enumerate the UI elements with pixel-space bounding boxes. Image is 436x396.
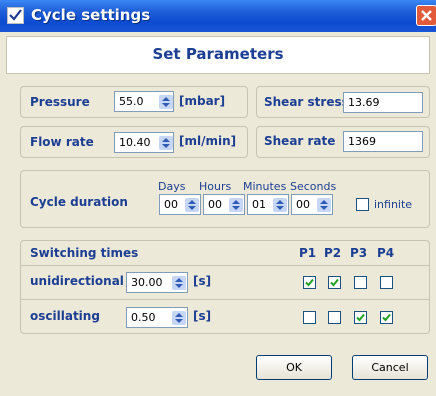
minutes-input[interactable]: 01 bbox=[247, 194, 289, 215]
pressure-input[interactable]: 55.0 bbox=[114, 91, 174, 112]
switching-times-title: Switching times bbox=[30, 246, 139, 260]
shear-rate-value: 1369 bbox=[348, 135, 376, 148]
shear-stress-label: Shear stress bbox=[264, 95, 349, 109]
flow-rate-input[interactable]: 10.40 bbox=[114, 132, 174, 153]
cycle-duration-panel: Cycle duration Days Hours Minutes Second… bbox=[20, 170, 430, 228]
shear-stress-field[interactable]: 13.69 bbox=[343, 92, 423, 113]
shear-stress-value: 13.69 bbox=[348, 96, 380, 109]
pressure-unit: [mbar] bbox=[179, 94, 226, 108]
page-title: Set Parameters bbox=[152, 45, 284, 63]
spinner-icon[interactable] bbox=[172, 276, 186, 290]
hours-input[interactable]: 00 bbox=[203, 194, 245, 215]
column-header-p1: P1 bbox=[299, 246, 317, 260]
spinner-icon[interactable] bbox=[317, 198, 331, 212]
window-title: Cycle settings bbox=[31, 6, 151, 24]
spinner-icon[interactable] bbox=[159, 136, 173, 150]
unidirectional-p2-checkbox[interactable] bbox=[328, 276, 341, 289]
shear-stress-panel: Shear stress 13.69 bbox=[256, 86, 430, 118]
row-label: unidirectional bbox=[30, 274, 124, 288]
shear-rate-panel: Shear rate 1369 bbox=[256, 126, 430, 158]
column-header-p4: P4 bbox=[377, 246, 395, 260]
days-input[interactable]: 00 bbox=[159, 194, 201, 215]
unidirectional-p1-checkbox[interactable] bbox=[303, 276, 316, 289]
checkmark-icon bbox=[305, 278, 314, 287]
oscillating-value: 0.50 bbox=[131, 311, 156, 324]
unidirectional-value: 30.00 bbox=[131, 276, 163, 289]
unit-label: [s] bbox=[193, 309, 212, 323]
flow-rate-panel: Flow rate 10.40 [ml/min] bbox=[20, 126, 248, 158]
unidirectional-p4-checkbox[interactable] bbox=[380, 276, 393, 289]
oscillating-p4-checkbox[interactable] bbox=[380, 311, 393, 324]
infinite-label: infinite bbox=[374, 198, 413, 211]
flow-rate-unit: [ml/min] bbox=[179, 134, 237, 148]
hours-header: Hours bbox=[199, 180, 232, 193]
pressure-label: Pressure bbox=[30, 95, 90, 109]
spinner-icon[interactable] bbox=[159, 95, 173, 109]
unidirectional-p3-checkbox[interactable] bbox=[354, 276, 367, 289]
oscillating-input[interactable]: 0.50 bbox=[126, 307, 188, 328]
checkmark-icon bbox=[356, 313, 365, 322]
seconds-value: 00 bbox=[296, 198, 310, 211]
cycle-duration-label: Cycle duration bbox=[30, 195, 128, 209]
page-header: Set Parameters bbox=[6, 36, 430, 74]
days-header: Days bbox=[158, 180, 186, 193]
unit-label: [s] bbox=[193, 274, 212, 288]
row-label: oscillating bbox=[30, 309, 100, 323]
hours-value: 00 bbox=[208, 198, 222, 211]
switching-times-panel: Switching times P1 P2 P3 P4 unidirection… bbox=[20, 240, 430, 334]
checkmark-icon bbox=[382, 313, 391, 322]
checkmark-icon bbox=[330, 278, 339, 287]
minutes-header: Minutes bbox=[243, 180, 287, 193]
title-bar[interactable]: Cycle settings bbox=[0, 0, 436, 32]
minutes-value: 01 bbox=[252, 198, 266, 211]
ok-button[interactable]: OK bbox=[256, 355, 332, 380]
days-value: 00 bbox=[164, 198, 178, 211]
shear-rate-label: Shear rate bbox=[264, 134, 336, 148]
oscillating-p2-checkbox[interactable] bbox=[328, 311, 341, 324]
infinite-checkbox[interactable] bbox=[356, 198, 369, 211]
flow-rate-value: 10.40 bbox=[119, 136, 151, 149]
spinner-icon[interactable] bbox=[185, 198, 199, 212]
column-header-p3: P3 bbox=[350, 246, 368, 260]
close-button[interactable] bbox=[416, 5, 436, 26]
column-header-p2: P2 bbox=[324, 246, 342, 260]
seconds-header: Seconds bbox=[290, 180, 337, 193]
row-oscillating: oscillating 0.50 [s] bbox=[21, 299, 429, 334]
cancel-button[interactable]: Cancel bbox=[352, 355, 428, 380]
row-unidirectional: unidirectional 30.00 [s] bbox=[21, 265, 429, 300]
flow-rate-label: Flow rate bbox=[30, 135, 94, 149]
spinner-icon[interactable] bbox=[172, 311, 186, 325]
window-app-icon bbox=[7, 7, 24, 24]
oscillating-p1-checkbox[interactable] bbox=[303, 311, 316, 324]
pressure-panel: Pressure 55.0 [mbar] bbox=[20, 86, 248, 118]
cycle-settings-window: Cycle settings Set Parameters Pressure 5… bbox=[0, 0, 436, 396]
shear-rate-field[interactable]: 1369 bbox=[343, 131, 423, 152]
unidirectional-input[interactable]: 30.00 bbox=[126, 272, 188, 293]
close-icon bbox=[421, 10, 432, 21]
spinner-icon[interactable] bbox=[273, 198, 287, 212]
pressure-value: 55.0 bbox=[119, 95, 144, 108]
spinner-icon[interactable] bbox=[229, 198, 243, 212]
seconds-input[interactable]: 00 bbox=[291, 194, 333, 215]
oscillating-p3-checkbox[interactable] bbox=[354, 311, 367, 324]
